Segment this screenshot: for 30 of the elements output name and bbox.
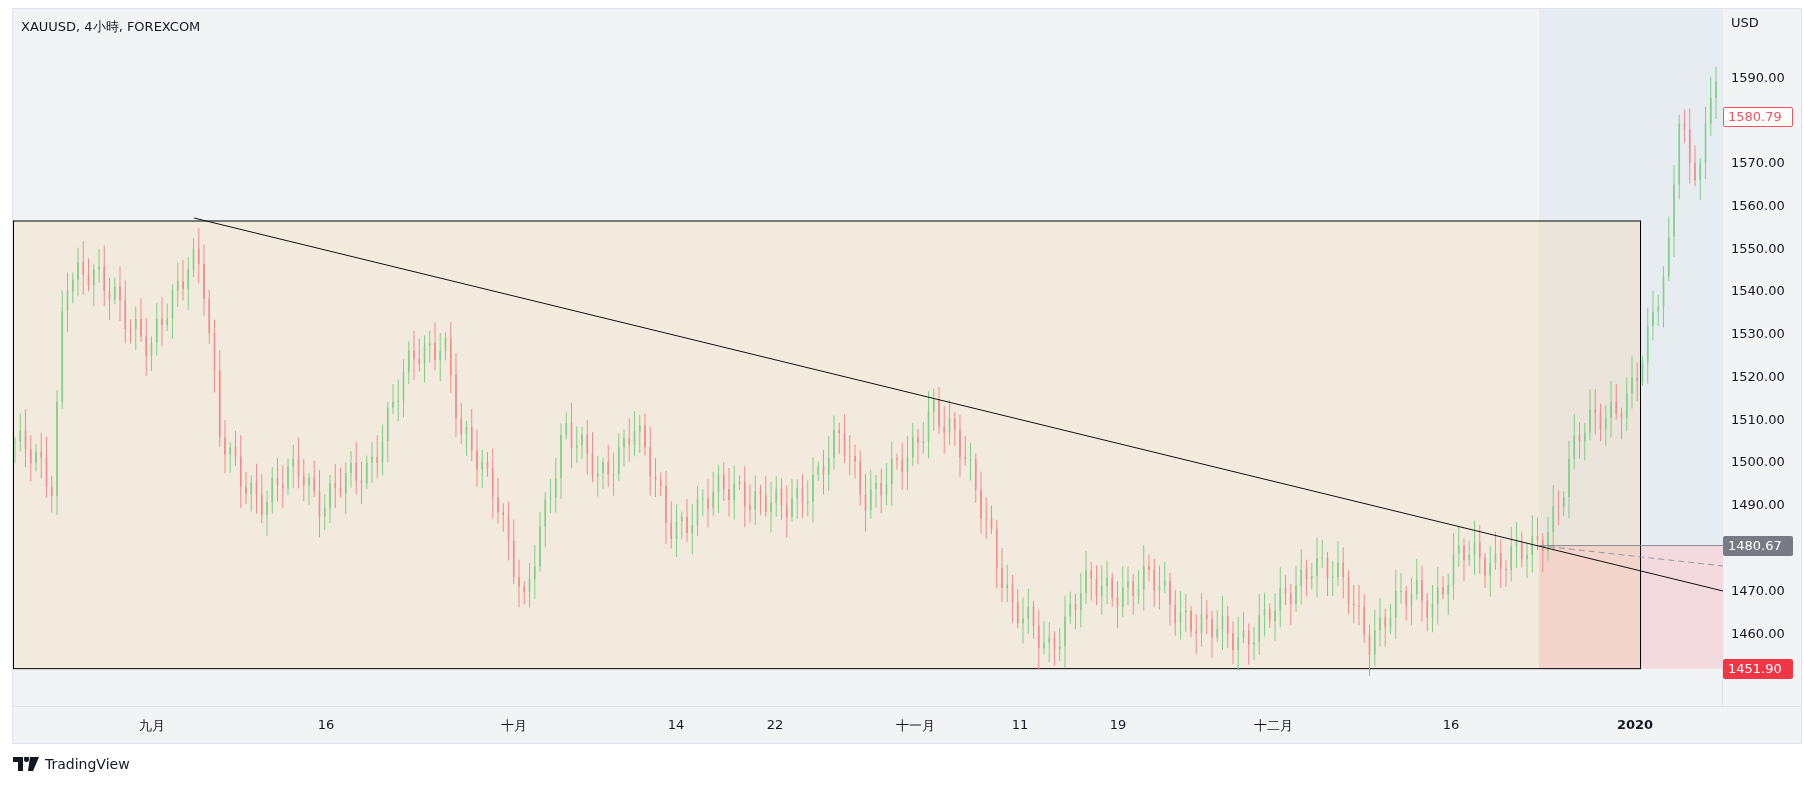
brand-name: TradingView [45,756,130,772]
currency-label: USD [1731,15,1759,30]
price-label: 1560.00 [1730,196,1786,215]
price-label: 1470.00 [1730,581,1786,600]
last-price-tag: 1580.79 [1723,107,1793,127]
logo-icon [13,757,39,771]
price-label: 1520.00 [1730,367,1786,386]
price-label: 1590.00 [1730,68,1786,87]
symbol-legend: XAUUSD, 4小時, FOREXCOM [21,18,201,36]
price-label: 1540.00 [1730,282,1786,301]
price-label: 1550.00 [1730,239,1786,258]
time-label: 九月 [139,717,165,735]
price-label: 1570.00 [1730,154,1786,173]
price-label: 1460.00 [1730,624,1786,643]
price-label: 1510.00 [1730,410,1786,429]
time-label: 十月 [501,717,527,735]
time-label: 22 [766,717,784,732]
time-label: 十一月 [895,717,935,735]
price-label: 1530.00 [1730,325,1786,344]
price-label: 1490.00 [1730,496,1786,515]
time-label: 16 [1442,717,1460,732]
time-label: 11 [1011,717,1029,732]
time-label: 16 [317,717,335,732]
time-label: 2020 [1616,717,1654,732]
stop-price-tag: 1451.90 [1723,659,1793,679]
time-label: 十二月 [1253,717,1293,735]
time-label: 14 [667,717,685,732]
time-label: 19 [1109,717,1127,732]
entry-price-tag: 1480.67 [1723,536,1793,556]
price-label: 1500.00 [1730,453,1786,472]
